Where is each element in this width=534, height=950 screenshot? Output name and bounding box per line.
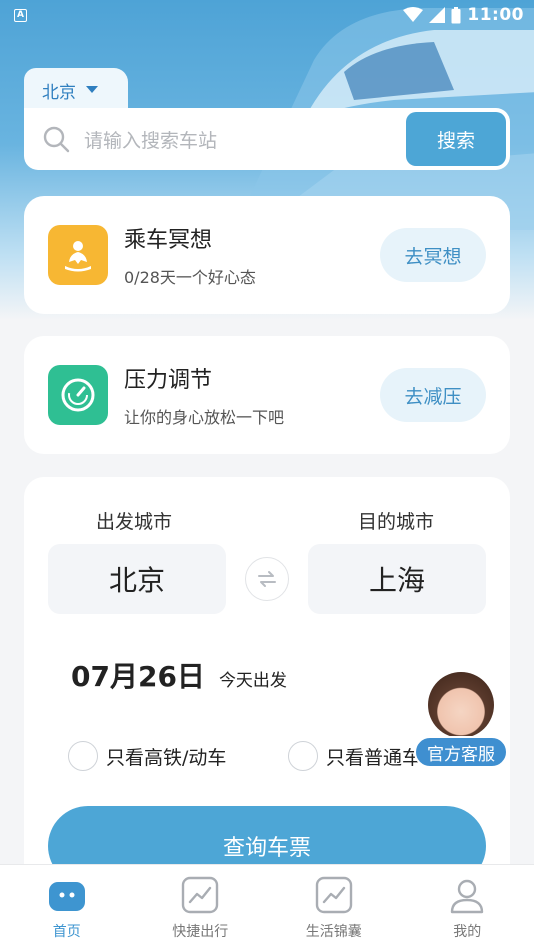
from-city-label: 出发城市 [96,511,173,533]
from-city-field[interactable]: 北京 [48,544,226,614]
battery-icon [451,6,461,23]
tab-quick-travel-label: 快捷出行 [172,924,229,940]
swap-icon [258,571,276,587]
regular-train-option[interactable]: 只看普通车 [288,741,421,771]
wifi-icon [403,7,424,22]
high-speed-radio[interactable] [68,741,98,771]
high-speed-label: 只看高铁/动车 [106,746,227,769]
go-meditate-button[interactable]: 去冥想 [380,228,486,282]
high-speed-option[interactable]: 只看高铁/动车 [68,741,226,771]
notification-icon: A [14,8,27,22]
tab-profile-label: 我的 [453,924,482,940]
tab-life-tips[interactable]: 生活锦囊 [267,865,401,950]
city-selector-label: 北京 [42,83,76,103]
to-city-field[interactable]: 上海 [308,544,486,614]
customer-service-button[interactable]: 官方客服 [414,672,510,772]
bottom-tab-bar: 首页 快捷出行 生活锦囊 我的 [0,864,534,950]
search-button[interactable]: 搜索 [406,112,506,166]
meditation-progress: 0/28天一个好心态 [124,268,256,287]
tab-quick-travel[interactable]: 快捷出行 [134,865,268,950]
customer-service-label: 官方客服 [414,736,508,768]
date-hint: 今天出发 [218,671,287,691]
travel-date: 07月26日 [71,660,205,693]
meditation-card[interactable]: 乘车冥想 0/28天一个好心态 去冥想 [24,196,510,314]
meditation-title: 乘车冥想 [124,228,213,253]
tab-life-tips-label: 生活锦囊 [305,924,362,940]
tab-home[interactable]: 首页 [0,865,134,950]
agent-avatar [428,672,494,738]
user-icon [447,875,487,915]
gauge-icon [48,365,108,425]
stress-subtitle: 让你的身心放松一下吧 [124,408,285,427]
trend-icon [180,875,220,915]
stress-title: 压力调节 [124,368,213,393]
swap-cities-button[interactable] [245,557,289,601]
to-city-label: 目的城市 [358,511,435,533]
stress-card[interactable]: 压力调节 让你的身心放松一下吧 去减压 [24,336,510,454]
status-bar: A 11:00 [0,0,534,30]
search-bar[interactable]: 请输入搜索车站 搜索 [24,108,510,170]
regular-train-radio[interactable] [288,741,318,771]
tab-profile[interactable]: 我的 [401,865,534,950]
regular-train-label: 只看普通车 [326,746,422,769]
date-selector[interactable]: 07月26日 今天出发 [71,655,287,695]
clock: 11:00 [467,5,524,25]
go-relax-button[interactable]: 去减压 [380,368,486,422]
meditation-icon [48,225,108,285]
caret-down-icon [86,86,98,93]
signal-icon [429,7,446,23]
search-icon [43,126,70,153]
home-icon [47,875,87,915]
tab-home-label: 首页 [52,924,81,940]
trend-icon [314,875,354,915]
